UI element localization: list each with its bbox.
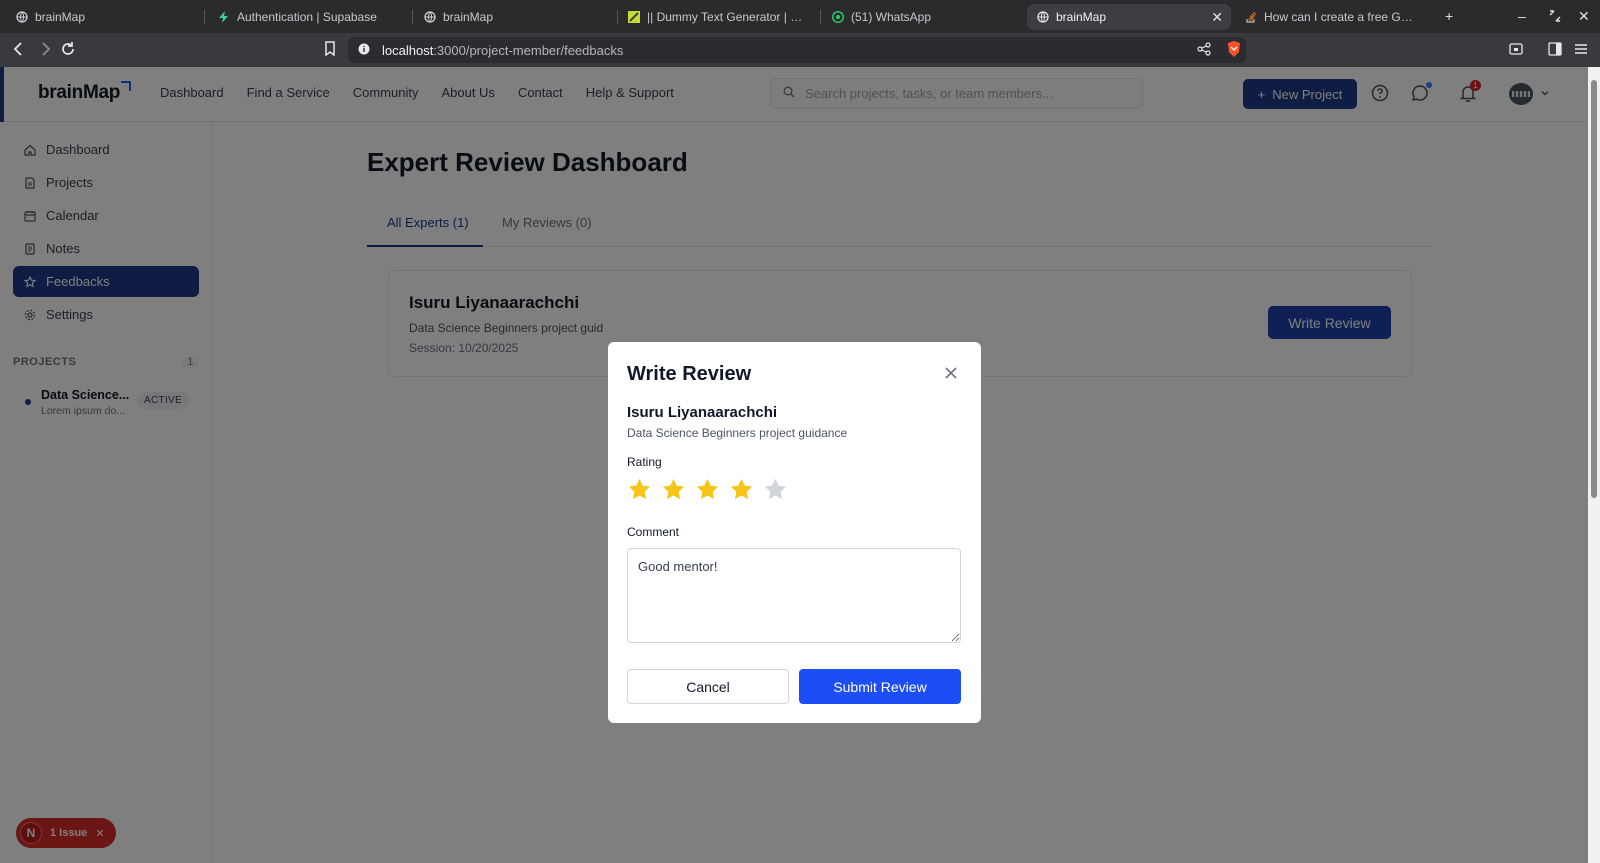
url-path: :3000/project-member/feedbacks [433, 42, 624, 58]
brave-shield-icon[interactable] [1226, 40, 1242, 62]
url-host: localhost [382, 42, 434, 58]
share-icon[interactable] [1197, 42, 1211, 60]
browser-address-bar: localhost:3000/project-member/feedbacks [0, 33, 1600, 67]
tab-label: brainMap [1056, 10, 1107, 24]
rating-label: Rating [627, 455, 662, 469]
close-icon[interactable] [942, 364, 960, 382]
url-bar[interactable]: localhost:3000/project-member/feedbacks [348, 37, 1246, 63]
sidebar-toggle-icon[interactable] [1548, 42, 1562, 60]
submit-review-button[interactable]: Submit Review [799, 669, 961, 704]
browser-tab[interactable]: brainMap [414, 4, 610, 30]
close-window-icon[interactable]: ✕ [1578, 8, 1590, 25]
star-filled-icon[interactable] [729, 477, 754, 502]
scrollbar[interactable] [1588, 67, 1600, 863]
globe-icon [16, 11, 28, 23]
browser-tab[interactable]: || Dummy Text Generator | Lorem [618, 4, 814, 30]
restore-icon[interactable] [1549, 9, 1561, 25]
star-filled-icon[interactable] [627, 477, 652, 502]
tab-label: || Dummy Text Generator | Lorem [647, 10, 804, 24]
menu-icon[interactable] [1574, 42, 1588, 60]
star-filled-icon[interactable] [695, 477, 720, 502]
star-rating[interactable] [627, 477, 788, 502]
comment-label: Comment [627, 525, 680, 539]
browser-tab[interactable]: (51) WhatsApp [822, 4, 1018, 30]
browser-tab-bar: brainMap Authentication | Supabase brain… [0, 0, 1600, 33]
star-filled-icon[interactable] [661, 477, 686, 502]
bookmark-icon[interactable] [324, 41, 336, 61]
forward-icon[interactable] [38, 41, 52, 61]
minimize-icon[interactable]: – [1518, 8, 1526, 24]
tab-separator [820, 10, 821, 24]
scrollbar-thumb[interactable] [1591, 80, 1597, 498]
supabase-icon [218, 11, 230, 23]
browser-tab[interactable]: How can I create a free Google [1235, 4, 1425, 30]
tab-separator [412, 10, 413, 24]
browser-tab[interactable]: Authentication | Supabase [208, 4, 404, 30]
tab-separator [204, 10, 205, 24]
tab-label: (51) WhatsApp [851, 10, 932, 24]
reviewee-description: Data Science Beginners project guidance [627, 426, 848, 440]
site-info-icon[interactable] [358, 43, 370, 58]
modal-title: Write Review [627, 363, 752, 385]
screenshot-icon[interactable] [1509, 42, 1523, 60]
tab-label: brainMap [35, 10, 86, 24]
stackoverflow-icon [1245, 11, 1257, 23]
globe-icon [424, 11, 436, 23]
lorem-icon [628, 11, 640, 23]
app: brainMap Dashboard Find a Service Commun… [0, 67, 1600, 863]
tab-label: Authentication | Supabase [237, 10, 377, 24]
close-tab-icon[interactable]: ✕ [1211, 9, 1223, 26]
browser-tab-active[interactable]: brainMap ✕ [1027, 4, 1231, 30]
whatsapp-icon [832, 11, 844, 23]
reload-icon[interactable] [60, 41, 76, 61]
cancel-button[interactable]: Cancel [627, 669, 789, 704]
star-empty-icon[interactable] [763, 477, 788, 502]
write-review-modal: Write Review Isuru Liyanaarachchi Data S… [608, 342, 981, 723]
comment-textarea[interactable]: Good mentor! [627, 548, 961, 643]
new-tab-icon[interactable]: + [1445, 8, 1453, 24]
tab-label: brainMap [443, 10, 494, 24]
globe-icon [1037, 11, 1049, 23]
tab-label: How can I create a free Google [1264, 10, 1415, 24]
reviewee-name: Isuru Liyanaarachchi [627, 404, 778, 421]
browser-tab[interactable]: brainMap [6, 4, 196, 30]
back-icon[interactable] [12, 41, 26, 61]
